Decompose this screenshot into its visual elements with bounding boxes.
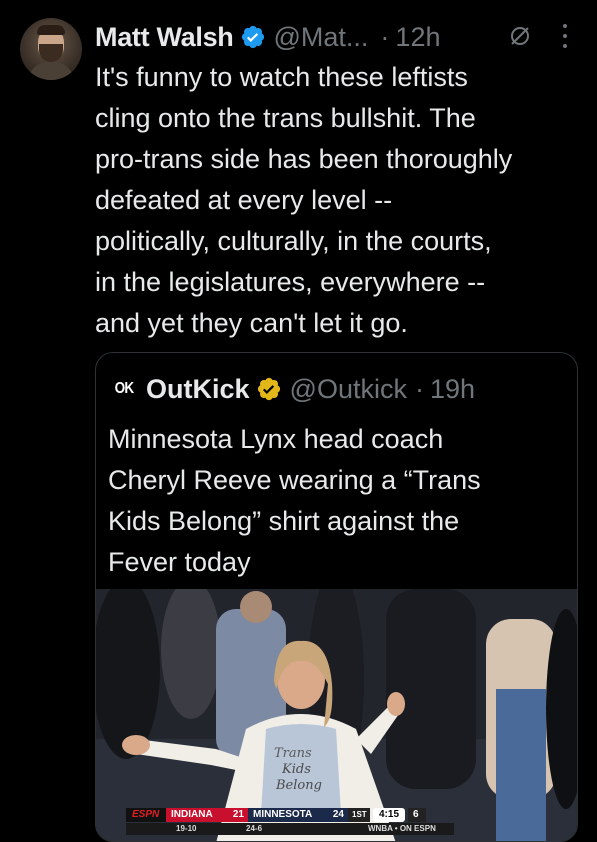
team2-record: 24-6: [246, 824, 263, 833]
timestamp[interactable]: 12h: [395, 22, 440, 53]
network-logo: ESPN: [126, 808, 166, 822]
quote-header: OK OutKick @Outkick · 19h: [110, 371, 475, 407]
svg-text:Trans: Trans: [274, 746, 312, 761]
grok-icon[interactable]: [508, 24, 532, 48]
svg-text:Kids: Kids: [281, 762, 311, 777]
author-handle[interactable]: @Mat...: [274, 22, 369, 53]
tweet-text: It's funny to watch these leftists cling…: [95, 62, 513, 338]
game-clock: 4:15: [373, 808, 406, 822]
separator-dot: ·: [380, 21, 390, 52]
team1-score: 21: [226, 808, 248, 822]
quote-author-handle[interactable]: @Outkick: [290, 374, 407, 405]
quote-separator-dot: ·: [414, 373, 424, 404]
quote-media-image[interactable]: Trans Kids Belong ESPN INDIANA 21 MINNES…: [96, 589, 577, 841]
svg-text:Belong: Belong: [275, 778, 322, 793]
quote-author-name[interactable]: OutKick: [146, 374, 250, 405]
quarter: 1ST: [348, 808, 370, 822]
quote-text: Minnesota Lynx head coach Cheryl Reeve w…: [108, 424, 481, 577]
outkick-logo[interactable]: OK: [112, 375, 136, 403]
team2-name: MINNESOTA: [248, 808, 326, 822]
team2-score: 24: [326, 808, 348, 822]
team1-record: 19-10: [176, 824, 197, 833]
author-name[interactable]: Matt Walsh: [95, 22, 234, 53]
tweet-header: Matt Walsh @Mat... · 12h: [95, 17, 440, 57]
shot-clock: 6: [408, 808, 427, 822]
more-icon[interactable]: [560, 24, 570, 48]
team1-name: INDIANA: [166, 808, 226, 822]
broadcast-label: WNBA • ON ESPN: [368, 824, 436, 833]
avatar[interactable]: [20, 18, 82, 80]
quoted-tweet[interactable]: OK OutKick @Outkick · 19h Minnesota Lynx…: [95, 352, 578, 842]
verified-badge-icon: [241, 25, 264, 49]
tweet[interactable]: Matt Walsh @Mat... · 12h It's funny to w…: [0, 0, 597, 842]
gold-verified-badge-icon: [257, 377, 280, 401]
media-scene: Trans Kids Belong: [96, 589, 577, 841]
quote-timestamp[interactable]: 19h: [430, 374, 475, 405]
scorebug: ESPN INDIANA 21 MINNESOTA 24 1ST 4:15 6 …: [126, 808, 466, 838]
